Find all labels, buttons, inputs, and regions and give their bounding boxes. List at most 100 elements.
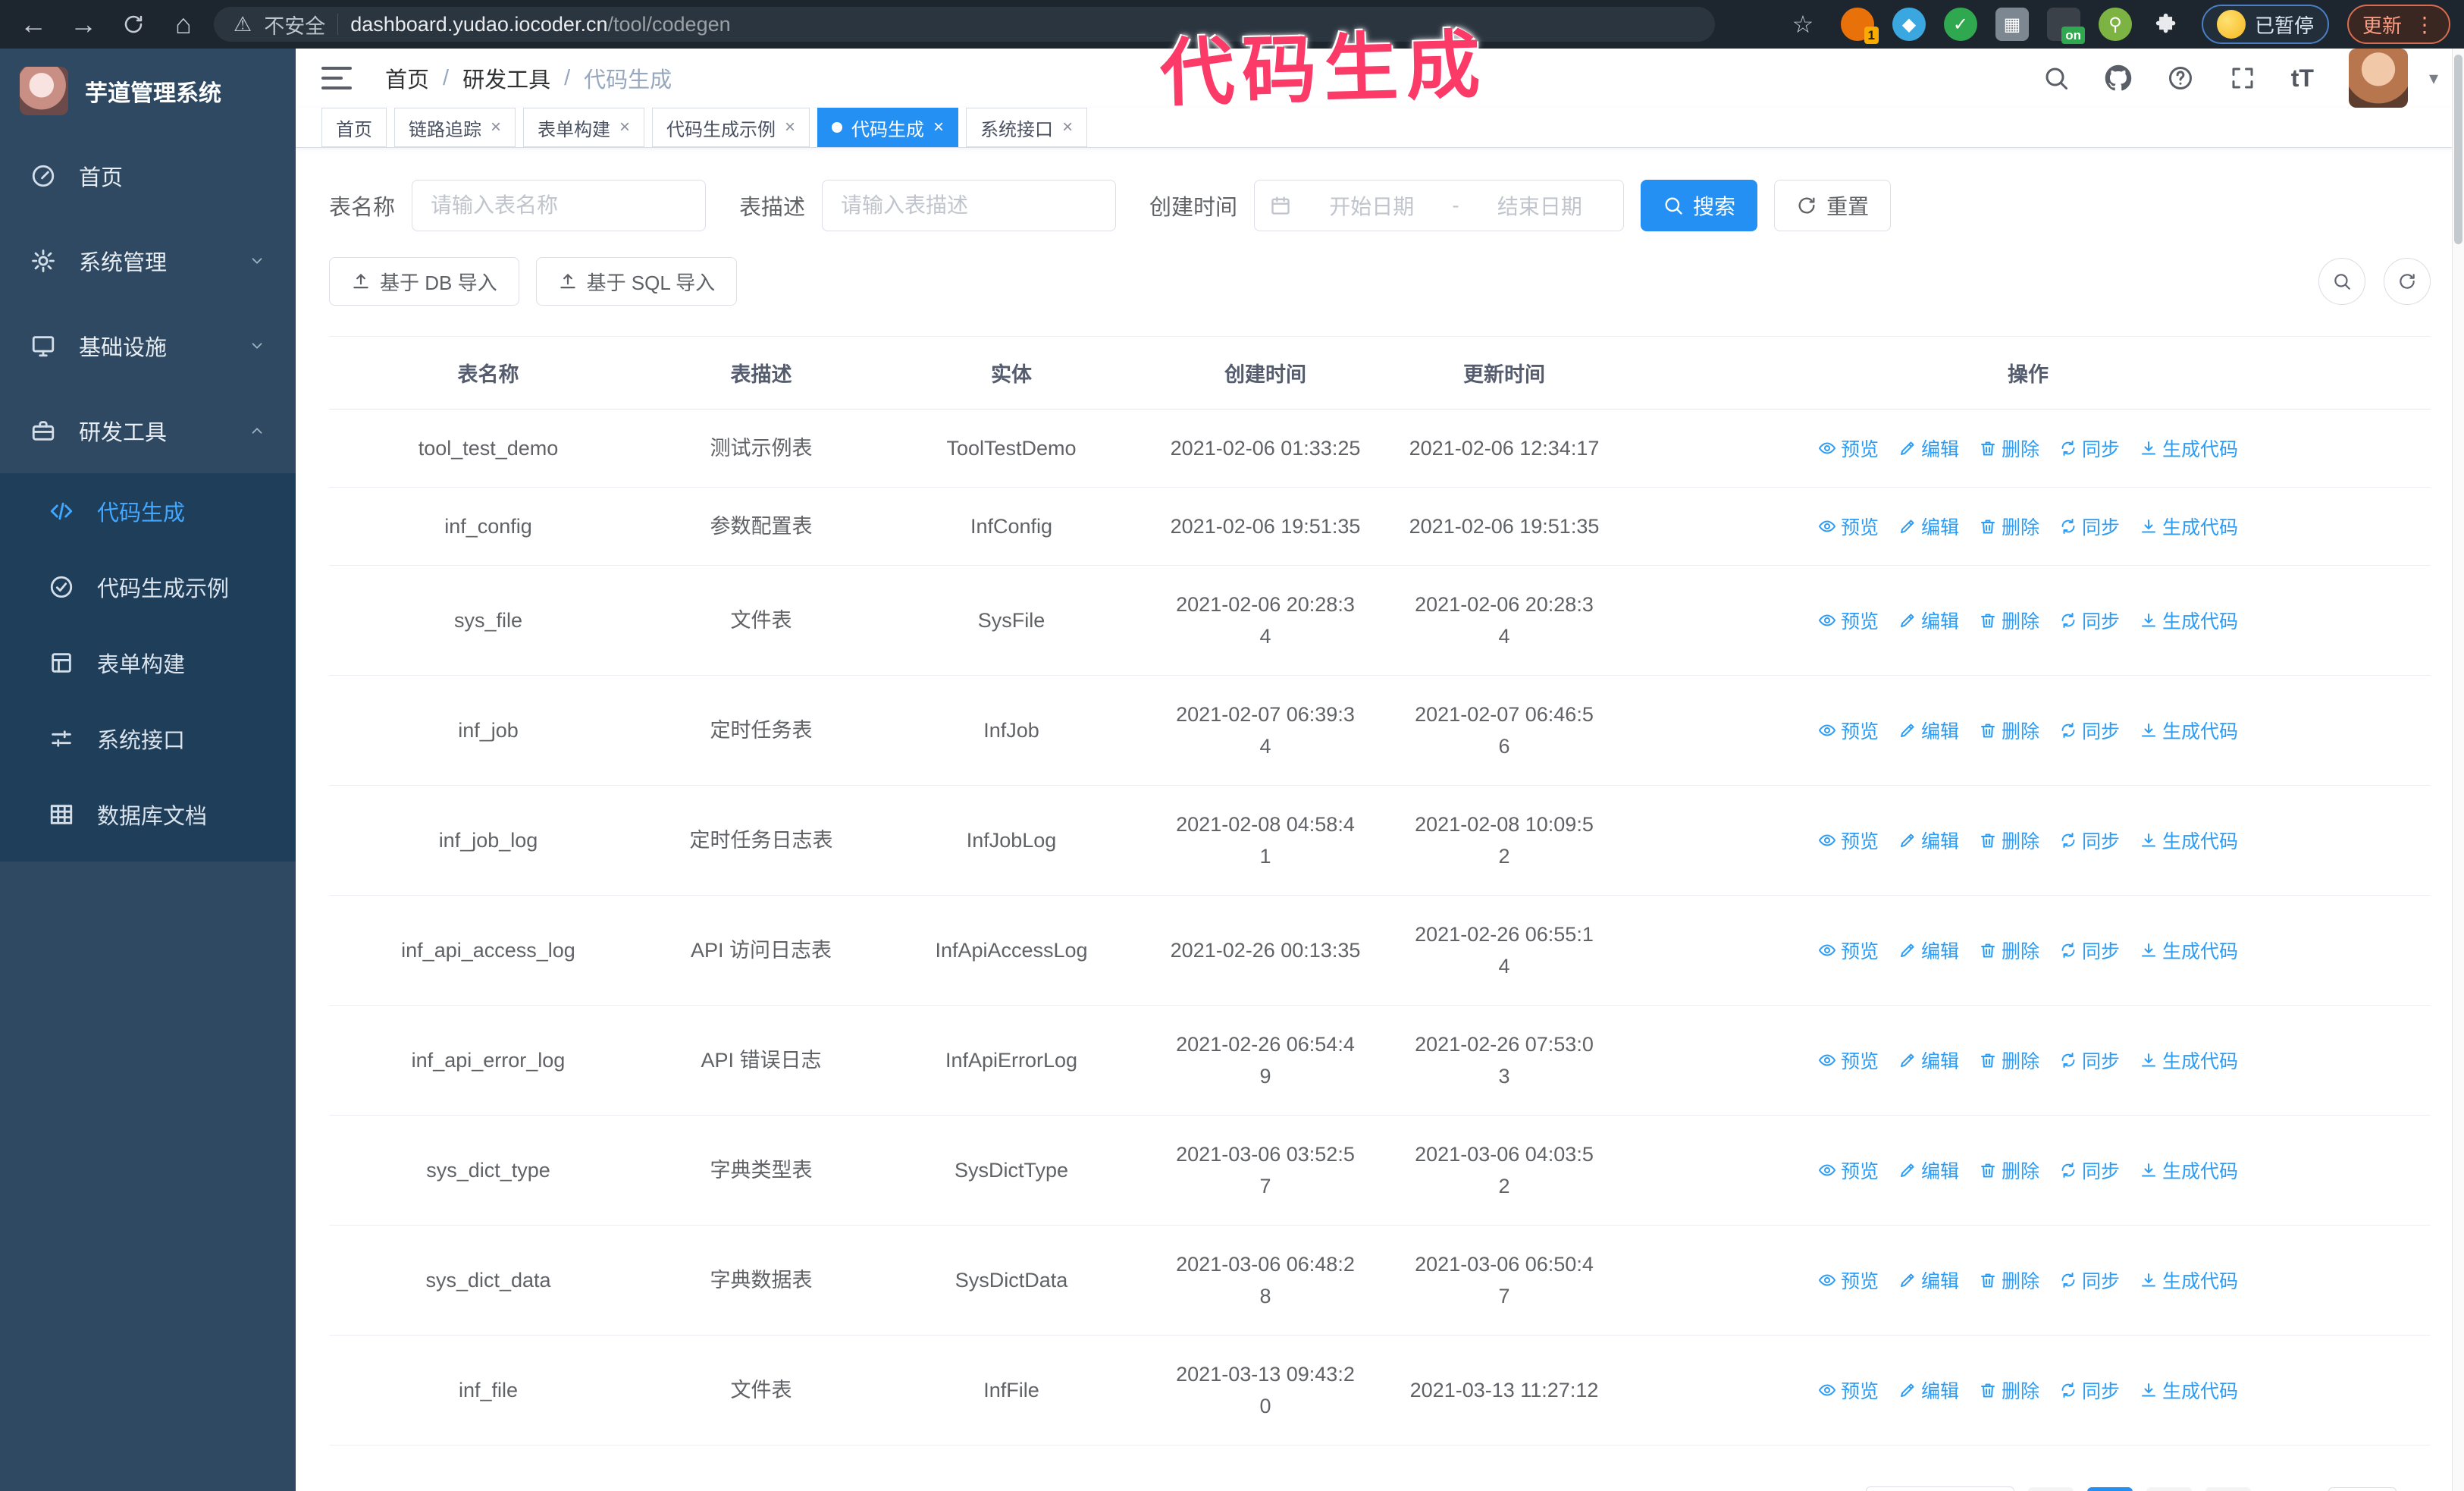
generate-code-link[interactable]: 生成代码 (2140, 607, 2238, 634)
table-row[interactable]: inf_api_access_log API 访问日志表 InfApiAcces… (329, 896, 2431, 1006)
security-label[interactable]: 不安全 (264, 10, 325, 39)
preview-link[interactable]: 预览 (1818, 717, 1879, 744)
generate-code-link[interactable]: 生成代码 (2140, 827, 2238, 854)
edit-link[interactable]: 编辑 (1898, 1267, 1959, 1294)
date-range-picker[interactable]: 开始日期 - 结束日期 (1254, 180, 1625, 231)
table-row[interactable]: inf_job 定时任务表 InfJob 2021-02-07 06:39:3 … (329, 676, 2431, 786)
extension-icon-proxy[interactable]: on (2046, 8, 2085, 44)
extension-icon-green-check[interactable]: ✓ (1943, 8, 1977, 41)
extensions-puzzle-icon[interactable] (2150, 8, 2183, 41)
sync-link[interactable]: 同步 (2059, 1376, 2120, 1404)
delete-link[interactable]: 删除 (1979, 1267, 2039, 1294)
sync-link[interactable]: 同步 (2059, 1157, 2120, 1184)
github-icon[interactable] (2105, 64, 2132, 92)
preview-link[interactable]: 预览 (1818, 827, 1879, 854)
edit-link[interactable]: 编辑 (1898, 717, 1959, 744)
sync-link[interactable]: 同步 (2059, 827, 2120, 854)
preview-link[interactable]: 预览 (1818, 513, 1879, 540)
table-row[interactable]: sys_dict_data 字典数据表 SysDictData 2021-03-… (329, 1226, 2431, 1336)
delete-link[interactable]: 删除 (1979, 607, 2039, 634)
help-icon[interactable] (2167, 64, 2194, 92)
edit-link[interactable]: 编辑 (1898, 435, 1959, 462)
refresh-table-button[interactable] (2384, 258, 2431, 305)
sidebar-item-db-doc[interactable]: 数据库文档 (0, 777, 296, 852)
user-avatar[interactable] (2348, 49, 2408, 108)
sync-link[interactable]: 同步 (2059, 1267, 2120, 1294)
browser-back-button[interactable]: ← (14, 5, 53, 44)
browser-forward-button[interactable]: → (64, 5, 103, 44)
delete-link[interactable]: 删除 (1979, 435, 2039, 462)
breadcrumb-home[interactable]: 首页 (385, 62, 429, 94)
sidebar-item-infrastructure[interactable]: 基础设施 (0, 303, 296, 388)
delete-link[interactable]: 删除 (1979, 513, 2039, 540)
import-db-button[interactable]: 基于 DB 导入 (329, 257, 519, 306)
tab-system-api[interactable]: 系统接口 × (966, 108, 1088, 147)
delete-link[interactable]: 删除 (1979, 717, 2039, 744)
sidebar-item-home[interactable]: 首页 (0, 133, 296, 218)
breadcrumb-dev-tools[interactable]: 研发工具 (462, 62, 550, 94)
generate-code-link[interactable]: 生成代码 (2140, 717, 2238, 744)
table-row[interactable]: sys_dict_type 字典类型表 SysDictType 2021-03-… (329, 1116, 2431, 1226)
avatar-caret-down-icon[interactable]: ▾ (2429, 67, 2438, 89)
fullscreen-icon[interactable] (2229, 64, 2256, 92)
sidebar-item-system-api[interactable]: 系统接口 (0, 701, 296, 777)
browser-reload-button[interactable] (114, 5, 153, 44)
extension-icon-orange[interactable]: 1 (1840, 8, 1879, 44)
table-row[interactable]: inf_api_error_log API 错误日志 InfApiErrorLo… (329, 1006, 2431, 1116)
preview-link[interactable]: 预览 (1818, 1267, 1879, 1294)
close-icon[interactable]: × (491, 117, 501, 138)
bookmark-star-icon[interactable]: ☆ (1783, 5, 1823, 44)
preview-link[interactable]: 预览 (1818, 607, 1879, 634)
sidebar-item-codegen-example[interactable]: 代码生成示例 (0, 549, 296, 625)
page-button-1[interactable]: 1 (2087, 1487, 2133, 1491)
search-button[interactable]: 搜索 (1641, 180, 1758, 231)
edit-link[interactable]: 编辑 (1898, 937, 1959, 964)
delete-link[interactable]: 删除 (1979, 1376, 2039, 1404)
extension-icon-gem[interactable]: ◆ (1892, 8, 1926, 41)
import-sql-button[interactable]: 基于 SQL 导入 (535, 257, 738, 306)
close-icon[interactable]: × (1062, 117, 1073, 138)
tab-form-builder[interactable]: 表单构建 × (523, 108, 645, 147)
sync-link[interactable]: 同步 (2059, 1047, 2120, 1074)
hamburger-icon[interactable] (321, 67, 352, 89)
scrollbar-thumb[interactable] (2454, 55, 2462, 244)
browser-scrollbar[interactable] (2452, 49, 2464, 1491)
table-desc-input[interactable] (822, 180, 1117, 231)
tab-home[interactable]: 首页 (321, 108, 387, 147)
tab-trace[interactable]: 链路追踪 × (394, 108, 516, 147)
prev-page-button[interactable]: ‹ (2028, 1487, 2074, 1491)
extension-icon-key[interactable]: ⚲ (2098, 8, 2132, 41)
logo[interactable]: 芋道管理系统 (0, 49, 296, 133)
date-start-placeholder[interactable]: 开始日期 (1303, 190, 1440, 221)
close-icon[interactable]: × (785, 117, 795, 138)
delete-link[interactable]: 删除 (1979, 827, 2039, 854)
table-name-input[interactable] (412, 180, 707, 231)
browser-profile-chip[interactable]: 已暂停 (2201, 5, 2329, 44)
extension-icon-grid[interactable]: ▦ (1995, 8, 2029, 41)
page-size-select[interactable]: 10条/页 ▾ (1866, 1486, 2014, 1491)
generate-code-link[interactable]: 生成代码 (2140, 937, 2238, 964)
sync-link[interactable]: 同步 (2059, 937, 2120, 964)
preview-link[interactable]: 预览 (1818, 1047, 1879, 1074)
toggle-search-button[interactable] (2318, 258, 2365, 305)
goto-page-input[interactable] (2328, 1487, 2397, 1491)
sidebar-item-dev-tools[interactable]: 研发工具 (0, 388, 296, 473)
next-page-button[interactable]: › (2205, 1487, 2251, 1491)
preview-link[interactable]: 预览 (1818, 1376, 1879, 1404)
edit-link[interactable]: 编辑 (1898, 1157, 1959, 1184)
browser-update-button[interactable]: 更新 ⋮ (2346, 5, 2450, 44)
sync-link[interactable]: 同步 (2059, 607, 2120, 634)
address-bar[interactable]: ⚠ 不安全 dashboard.yudao.iocoder.cn/tool/co… (214, 7, 1715, 42)
sync-link[interactable]: 同步 (2059, 435, 2120, 462)
edit-link[interactable]: 编辑 (1898, 1376, 1959, 1404)
sidebar-item-system-management[interactable]: 系统管理 (0, 218, 296, 303)
generate-code-link[interactable]: 生成代码 (2140, 1047, 2238, 1074)
delete-link[interactable]: 删除 (1979, 937, 2039, 964)
date-end-placeholder[interactable]: 结束日期 (1472, 190, 1608, 221)
table-row[interactable]: sys_file 文件表 SysFile 2021-02-06 20:28:3 … (329, 566, 2431, 676)
generate-code-link[interactable]: 生成代码 (2140, 1267, 2238, 1294)
browser-home-button[interactable]: ⌂ (164, 5, 203, 44)
page-button-2[interactable]: 2 (2146, 1487, 2192, 1491)
generate-code-link[interactable]: 生成代码 (2140, 1157, 2238, 1184)
generate-code-link[interactable]: 生成代码 (2140, 435, 2238, 462)
